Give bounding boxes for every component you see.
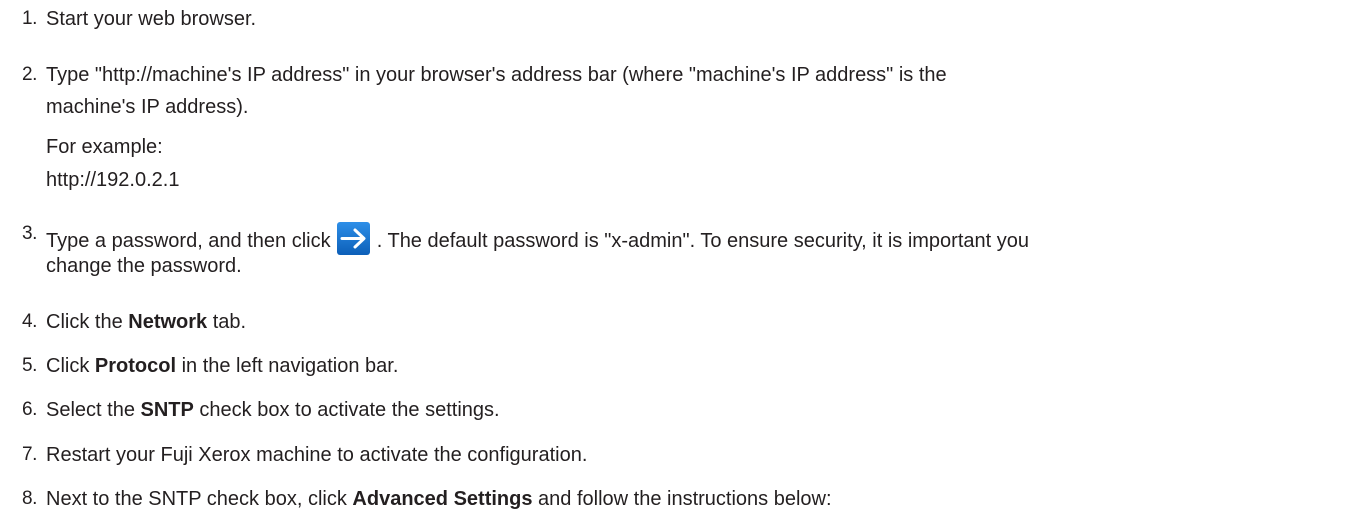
step-text-line: Type a password, and then click . The de…: [46, 222, 1346, 255]
ui-term: Advanced Settings: [352, 488, 533, 510]
step-text: Click Protocol in the left navigation ba…: [46, 355, 399, 377]
arrow-right-icon: [337, 222, 371, 255]
step-body: Type a password, and then click . The de…: [46, 222, 1346, 278]
step-text-line: change the password.: [46, 255, 242, 277]
step-text-line: machine's IP address).: [46, 96, 249, 118]
ui-term: Protocol: [94, 355, 177, 377]
ui-term: SNTP: [140, 399, 194, 421]
step-text: Next to the SNTP check box, click Advanc…: [46, 488, 832, 510]
step-text-before-icon: Type a password, and then click: [46, 230, 337, 252]
step-text: Restart your Fuji Xerox machine to activ…: [46, 444, 588, 466]
step-text: Start your web browser.: [46, 8, 257, 30]
step-body: Type "http://machine's IP address" in yo…: [46, 63, 1346, 192]
example-url: http://192.0.2.1: [46, 169, 180, 191]
step-text-after-icon: . The default password is "x-admin". To …: [376, 230, 1029, 252]
step-text-line: Type "http://machine's IP address" in yo…: [46, 64, 947, 86]
example-label: For example:: [46, 136, 163, 158]
ui-term: Network: [128, 311, 208, 333]
step-text: Select the SNTP check box to activate th…: [46, 399, 500, 421]
step-text: Click the Network tab.: [46, 311, 247, 333]
